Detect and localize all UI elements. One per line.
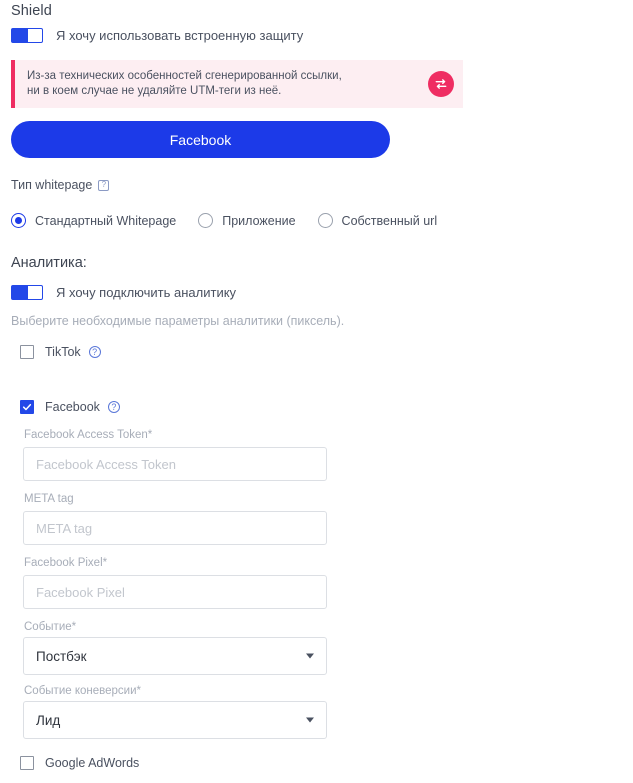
whitepage-help-icon[interactable]: ? xyxy=(98,179,110,191)
tiktok-help-icon[interactable]: ? xyxy=(88,346,101,358)
facebook-checkbox[interactable] xyxy=(20,400,34,414)
radio-label: Приложение xyxy=(222,213,296,228)
radio-label: Стандартный Whitepage xyxy=(35,213,177,228)
facebook-label: Facebook xyxy=(45,400,100,414)
facebook-pixel-input[interactable] xyxy=(23,575,327,609)
radio-indicator[interactable] xyxy=(198,213,214,228)
radio-label: Собственный url xyxy=(341,213,438,228)
tiktok-checkbox[interactable] xyxy=(20,345,34,359)
alert-message: Из-за технических особенностей сгенериро… xyxy=(27,70,342,97)
event-select-value: Постбэк xyxy=(36,648,87,664)
analytics-toggle-switch[interactable] xyxy=(11,285,43,300)
radio-option-custom-url[interactable]: Собственный url xyxy=(317,213,438,228)
tiktok-checkbox-row[interactable]: TikTok ? xyxy=(20,345,101,359)
analytics-toggle-label: Я хочу подключить аналитику xyxy=(56,285,237,300)
whitepage-type-caption: Тип whitepage ? xyxy=(11,178,110,192)
radio-option-application[interactable]: Приложение xyxy=(198,213,296,228)
swap-arrows-icon[interactable] xyxy=(428,71,454,97)
event-select[interactable]: Постбэк xyxy=(23,637,327,675)
toggle-knob xyxy=(12,286,28,299)
whitepage-type-radio-group: Стандартный Whitepage Приложение Собстве… xyxy=(11,213,459,228)
facebook-help-icon[interactable]: ? xyxy=(107,401,120,413)
google-adwords-checkbox-row[interactable]: Google AdWords xyxy=(20,756,139,770)
shield-section-title: Shield xyxy=(11,3,52,19)
analytics-hint-text: Выберите необходимые параметры аналитики… xyxy=(11,314,345,328)
conversion-event-select-value: Лид xyxy=(36,712,61,728)
google-adwords-label: Google AdWords xyxy=(45,756,140,770)
tiktok-label: TikTok xyxy=(45,345,81,359)
conversion-event-select[interactable]: Лид xyxy=(23,701,327,739)
event-select-label: Событие* xyxy=(24,621,77,633)
toggle-knob xyxy=(12,29,28,42)
whitepage-type-label: Тип whitepage xyxy=(11,178,93,192)
shield-toggle-label: Я хочу использовать встроенную защиту xyxy=(56,28,304,43)
meta-tag-label: META tag xyxy=(24,493,74,505)
shield-toggle-row[interactable]: Я хочу использовать встроенную защиту xyxy=(11,28,303,43)
conversion-event-select-label: Событие коневерсии* xyxy=(24,685,141,697)
facebook-submit-button[interactable]: Facebook xyxy=(11,121,390,158)
radio-option-standard-whitepage[interactable]: Стандартный Whitepage xyxy=(11,213,176,228)
radio-indicator[interactable] xyxy=(317,213,333,228)
analytics-section-title: Аналитика: xyxy=(11,255,87,271)
access-token-label: Facebook Access Token* xyxy=(24,429,153,441)
chevron-down-icon xyxy=(306,653,314,659)
analytics-toggle-row[interactable]: Я хочу подключить аналитику xyxy=(11,285,236,300)
facebook-checkbox-row[interactable]: Facebook ? xyxy=(20,400,120,414)
facebook-pixel-label: Facebook Pixel* xyxy=(24,557,108,569)
shield-toggle-switch[interactable] xyxy=(11,28,43,43)
google-adwords-checkbox[interactable] xyxy=(20,756,34,770)
radio-indicator[interactable] xyxy=(11,213,26,228)
meta-tag-input[interactable] xyxy=(23,511,327,545)
utm-warning-alert: Из-за технических особенностей сгенериро… xyxy=(11,60,463,108)
settings-page: Shield Я хочу использовать встроенную за… xyxy=(0,0,633,783)
chevron-down-icon xyxy=(306,717,314,723)
facebook-access-token-input[interactable] xyxy=(23,447,327,481)
